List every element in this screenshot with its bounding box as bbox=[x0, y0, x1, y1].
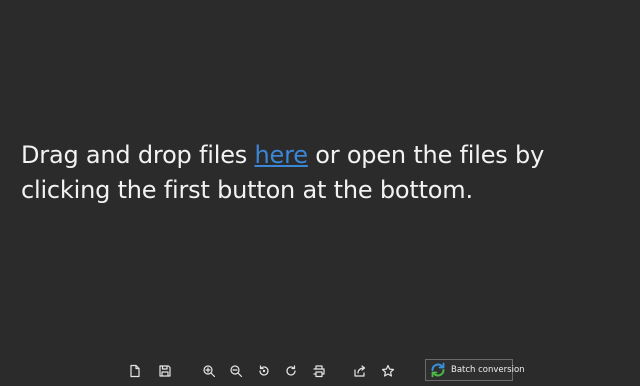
open-file-icon bbox=[130, 364, 140, 378]
save-icon bbox=[159, 365, 171, 377]
zoom-out-button[interactable] bbox=[226, 361, 246, 381]
print-icon bbox=[313, 365, 325, 378]
zoom-out-icon bbox=[230, 365, 243, 378]
rotate-right-icon bbox=[286, 365, 296, 376]
save-button[interactable] bbox=[155, 361, 175, 381]
batch-conversion-label: Batch conversion bbox=[451, 365, 525, 375]
share-button[interactable] bbox=[350, 361, 370, 381]
rotate-left-button[interactable] bbox=[254, 361, 274, 381]
favorite-button[interactable] bbox=[378, 361, 398, 381]
rotate-right-button[interactable] bbox=[281, 361, 301, 381]
batch-conversion-button[interactable]: Batch conversion bbox=[425, 359, 525, 381]
convert-arrows-icon bbox=[430, 362, 446, 378]
bottom-toolbar: Batch conversion bbox=[0, 357, 640, 386]
image-viewer-window: Drag and drop files here or open the fil… bbox=[0, 0, 640, 386]
zoom-in-button[interactable] bbox=[199, 361, 219, 381]
zoom-in-icon bbox=[203, 365, 216, 378]
share-icon bbox=[354, 365, 366, 377]
star-icon bbox=[381, 364, 395, 377]
drop-message-text-before: Drag and drop files bbox=[21, 141, 255, 169]
here-link[interactable]: here bbox=[255, 141, 308, 169]
rotate-left-icon bbox=[259, 365, 269, 376]
open-file-button[interactable] bbox=[125, 361, 145, 381]
print-button[interactable] bbox=[309, 361, 329, 381]
drop-zone-message[interactable]: Drag and drop files here or open the fil… bbox=[21, 138, 633, 208]
